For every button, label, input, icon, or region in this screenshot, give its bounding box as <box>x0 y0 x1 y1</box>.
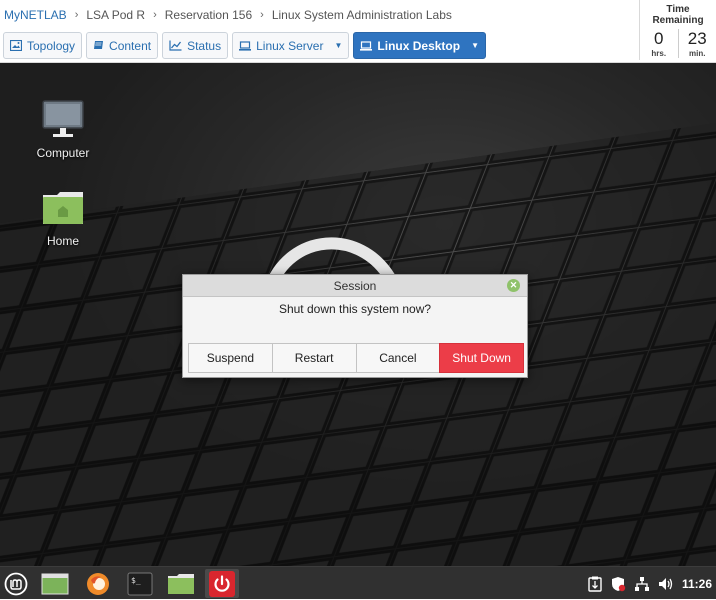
laptop-icon <box>360 41 372 51</box>
content-button[interactable]: Content <box>86 32 158 59</box>
breadcrumb-mynetlab[interactable]: MyNETLAB <box>4 8 67 22</box>
breadcrumb-separator: › <box>153 9 157 21</box>
hours-value: 0 <box>640 29 678 49</box>
monitor-icon <box>41 99 85 139</box>
firefox-icon <box>86 572 110 596</box>
clock[interactable]: 11:26 <box>682 577 712 591</box>
book-icon <box>93 40 104 51</box>
time-remaining-title: Time Remaining <box>640 4 716 26</box>
show-desktop-button[interactable] <box>40 569 70 598</box>
breadcrumb-lab: Linux System Administration Labs <box>272 8 452 22</box>
hours-remaining: 0 hrs. <box>640 29 678 58</box>
desktop-icon-label: Home <box>23 234 103 248</box>
suspend-button[interactable]: Suspend <box>188 343 273 373</box>
breadcrumb: MyNETLAB › LSA Pod R › Reservation 156 ›… <box>4 8 452 22</box>
minutes-value: 23 <box>679 29 716 49</box>
minutes-unit: min. <box>679 49 716 58</box>
line-chart-icon <box>169 40 182 51</box>
topology-button[interactable]: Topology <box>3 32 82 59</box>
breadcrumb-separator: › <box>260 9 264 21</box>
system-tray: 11:26 <box>588 567 716 600</box>
volume-icon[interactable] <box>658 576 674 592</box>
terminal-prompt: $_ <box>131 576 141 585</box>
breadcrumb-pod[interactable]: LSA Pod R <box>86 8 145 22</box>
status-button[interactable]: Status <box>162 32 228 59</box>
shield-icon[interactable] <box>610 576 626 592</box>
shutdown-button[interactable]: Shut Down <box>439 343 524 373</box>
breadcrumb-reservation[interactable]: Reservation 156 <box>165 8 252 22</box>
show-desktop-icon <box>41 573 69 595</box>
linux-desktop-label: Linux Desktop <box>377 39 460 53</box>
folder-home-icon <box>41 189 85 227</box>
power-launcher[interactable] <box>205 569 239 598</box>
image-icon <box>10 40 22 51</box>
close-icon[interactable]: ✕ <box>507 279 520 292</box>
hours-unit: hrs. <box>640 49 678 58</box>
dialog-message: Shut down this system now? <box>183 302 527 316</box>
status-label: Status <box>187 39 221 53</box>
linux-server-dropdown[interactable]: Linux Server ▼ <box>232 32 349 59</box>
update-manager-icon[interactable] <box>588 576 602 592</box>
desktop-icon-label: Computer <box>23 146 103 160</box>
mint-menu-icon <box>4 572 28 596</box>
desktop-icon-home[interactable]: Home <box>23 189 103 248</box>
dialog-titlebar[interactable]: Session ✕ <box>183 275 527 297</box>
linux-desktop-dropdown[interactable]: Linux Desktop ▼ <box>353 32 486 59</box>
taskbar: $_ <box>0 566 716 599</box>
minutes-remaining: 23 min. <box>678 29 716 58</box>
laptop-icon <box>239 41 251 51</box>
content-label: Content <box>109 39 151 53</box>
caret-down-icon: ▼ <box>471 41 479 50</box>
firefox-launcher[interactable] <box>84 569 112 598</box>
desktop-icon-computer[interactable]: Computer <box>23 99 103 160</box>
dialog-button-row: Suspend Restart Cancel Shut Down <box>188 343 524 373</box>
mint-menu-button[interactable] <box>2 569 30 598</box>
terminal-icon: $_ <box>127 572 153 596</box>
terminal-launcher[interactable]: $_ <box>125 569 155 598</box>
session-dialog: Session ✕ Shut down this system now? Sus… <box>182 274 528 378</box>
lab-header: MyNETLAB › LSA Pod R › Reservation 156 ›… <box>0 0 716 63</box>
breadcrumb-separator: › <box>75 9 79 21</box>
caret-down-icon: ▼ <box>334 41 342 50</box>
files-launcher[interactable] <box>166 569 196 598</box>
restart-button[interactable]: Restart <box>272 343 357 373</box>
network-icon[interactable] <box>634 576 650 592</box>
cancel-button[interactable]: Cancel <box>356 343 441 373</box>
topology-label: Topology <box>27 39 75 53</box>
linux-server-label: Linux Server <box>256 39 323 53</box>
lab-navbar: Topology Content Status Linux Server ▼ L… <box>3 32 486 59</box>
time-remaining-panel: Time Remaining 0 hrs. 23 min. <box>639 0 716 60</box>
files-icon <box>167 573 195 595</box>
power-icon <box>209 571 235 597</box>
dialog-title: Session <box>334 279 377 293</box>
